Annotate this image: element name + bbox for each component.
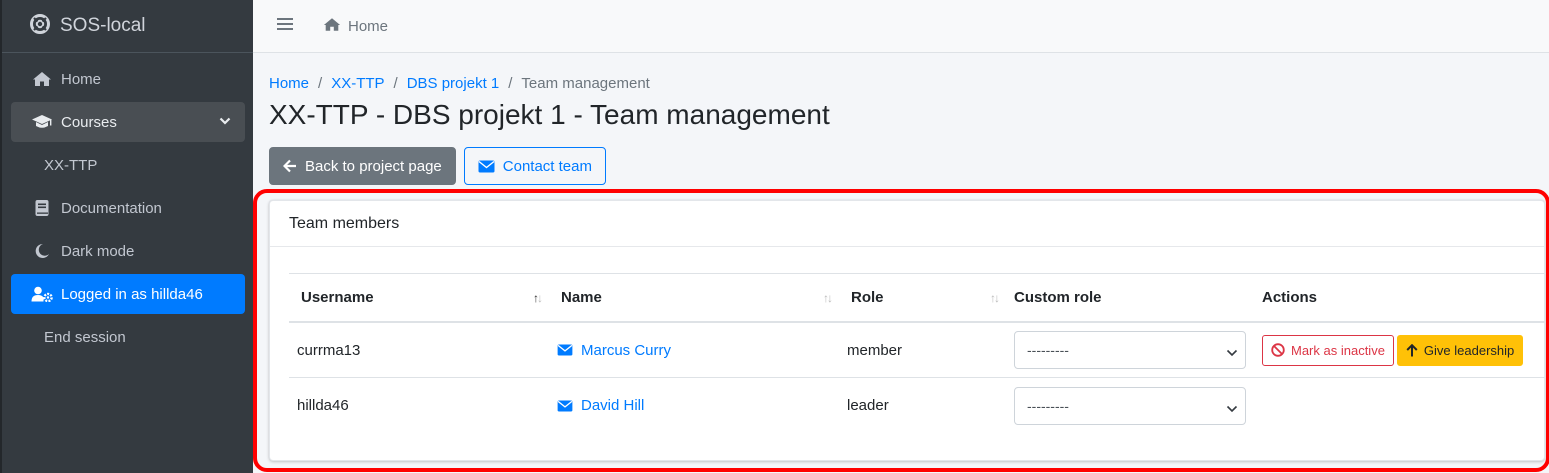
- sidebar-nav: Home Courses XX-TTP Documentation Dark m…: [2, 53, 253, 357]
- sidebar-item-courses[interactable]: Courses: [11, 102, 245, 142]
- contact-team-label: Contact team: [502, 157, 592, 175]
- sidebar-item-label: XX-TTP: [44, 156, 98, 174]
- lifebuoy-icon: [30, 14, 50, 38]
- breadcrumb: Home / XX-TTP / DBS projekt 1 / Team man…: [269, 75, 650, 92]
- topbar-home-label: Home: [348, 17, 389, 35]
- column-header-custom-role: Custom role: [1014, 289, 1102, 306]
- member-name: David Hill: [581, 397, 645, 414]
- custom-role-cell: ---------: [1006, 323, 1254, 377]
- chevron-down-icon: [1226, 401, 1238, 417]
- role-cell: leader: [847, 397, 889, 414]
- sidebar-item-label: Logged in as hillda46: [61, 285, 203, 303]
- breadcrumb-project[interactable]: DBS projekt 1: [407, 75, 500, 92]
- chevron-down-icon: [219, 114, 231, 131]
- breadcrumb-home[interactable]: Home: [269, 75, 309, 92]
- envelope-icon: [557, 399, 573, 412]
- team-members-table: Username ↑↓ Name ↑↓ Role ↑↓ Custom role …: [289, 273, 1546, 433]
- arrow-up-icon: [1406, 343, 1418, 357]
- envelope-icon: [478, 160, 495, 173]
- member-email-link[interactable]: David Hill: [557, 397, 644, 414]
- sidebar-item-documentation[interactable]: Documentation: [11, 188, 245, 228]
- name-cell: Marcus Curry: [549, 323, 839, 377]
- arrow-left-icon: [283, 159, 297, 173]
- table-header-row: Username ↑↓ Name ↑↓ Role ↑↓ Custom role …: [289, 273, 1546, 323]
- custom-role-cell: ---------: [1006, 378, 1254, 433]
- name-cell: David Hill: [549, 378, 839, 433]
- column-header-role[interactable]: Role ↑↓: [839, 274, 1006, 321]
- contact-team-button[interactable]: Contact team: [463, 147, 606, 185]
- back-to-project-label: Back to project page: [305, 157, 442, 175]
- moon-icon: [31, 243, 53, 259]
- book-icon: [31, 199, 53, 217]
- sidebar-item-label: End session: [44, 328, 126, 346]
- envelope-icon: [557, 344, 573, 356]
- username-cell: hillda46: [297, 397, 349, 414]
- page-actions: Back to project page Contact team: [269, 147, 606, 185]
- table-row: currma13 Marcus Curry member --------- M…: [289, 323, 1546, 378]
- sidebar-item-xx-ttp[interactable]: XX-TTP: [11, 145, 245, 185]
- breadcrumb-course[interactable]: XX-TTP: [331, 75, 384, 92]
- brand[interactable]: SOS-local: [2, 0, 253, 53]
- table-row: hillda46 David Hill leader ---------: [289, 378, 1546, 433]
- actions-cell: Mark as inactive Give leadership: [1254, 323, 1546, 377]
- sidebar-item-label: Documentation: [61, 199, 162, 217]
- card-title: Team members: [270, 201, 1544, 247]
- home-icon: [31, 71, 53, 87]
- topbar-home-link[interactable]: Home: [323, 17, 388, 36]
- column-header-actions: Actions: [1262, 289, 1318, 306]
- give-leadership-button[interactable]: Give leadership: [1396, 334, 1524, 366]
- column-header-name[interactable]: Name ↑↓: [549, 274, 839, 321]
- topbar: Home: [253, 0, 1549, 53]
- sidebar-item-label: Dark mode: [61, 242, 135, 260]
- sort-icon: ↑↓: [990, 291, 1000, 305]
- member-email-link[interactable]: Marcus Curry: [557, 342, 671, 359]
- breadcrumb-current: Team management: [521, 75, 650, 92]
- role-cell: member: [847, 341, 903, 359]
- user-cog-icon: [31, 286, 53, 302]
- chevron-down-icon: [1226, 345, 1238, 361]
- mark-as-inactive-button[interactable]: Mark as inactive: [1262, 334, 1394, 366]
- sidebar-item-label: Home: [61, 70, 102, 88]
- graduation-cap-icon: [31, 114, 53, 130]
- sidebar-item-logged-in[interactable]: Logged in as hillda46: [11, 274, 245, 314]
- team-members-card: Team members Username ↑↓ Name ↑↓ Role ↑↓…: [269, 200, 1546, 461]
- page-title: XX-TTP - DBS projekt 1 - Team management: [269, 99, 830, 130]
- custom-role-select[interactable]: ---------: [1014, 331, 1246, 369]
- home-icon: [323, 17, 341, 36]
- custom-role-select[interactable]: ---------: [1014, 386, 1246, 425]
- sidebar-item-home[interactable]: Home: [11, 59, 245, 99]
- username-cell: currma13: [297, 341, 361, 359]
- sidebar-item-label: Courses: [61, 113, 117, 131]
- sort-icon: ↑↓: [533, 291, 543, 305]
- sidebar: SOS-local Home Courses XX-TTP Documentat…: [0, 0, 253, 473]
- actions-cell: [1254, 378, 1546, 433]
- ban-icon: [1271, 343, 1285, 357]
- column-header-username[interactable]: Username ↑↓: [289, 274, 549, 321]
- back-to-project-button[interactable]: Back to project page: [269, 147, 456, 185]
- sidebar-item-end-session[interactable]: End session: [11, 317, 245, 357]
- member-name: Marcus Curry: [581, 341, 672, 359]
- sort-icon: ↑↓: [823, 291, 833, 305]
- hamburger-menu-icon[interactable]: [277, 17, 293, 35]
- brand-title: SOS-local: [60, 15, 146, 36]
- sidebar-item-dark-mode[interactable]: Dark mode: [11, 231, 245, 271]
